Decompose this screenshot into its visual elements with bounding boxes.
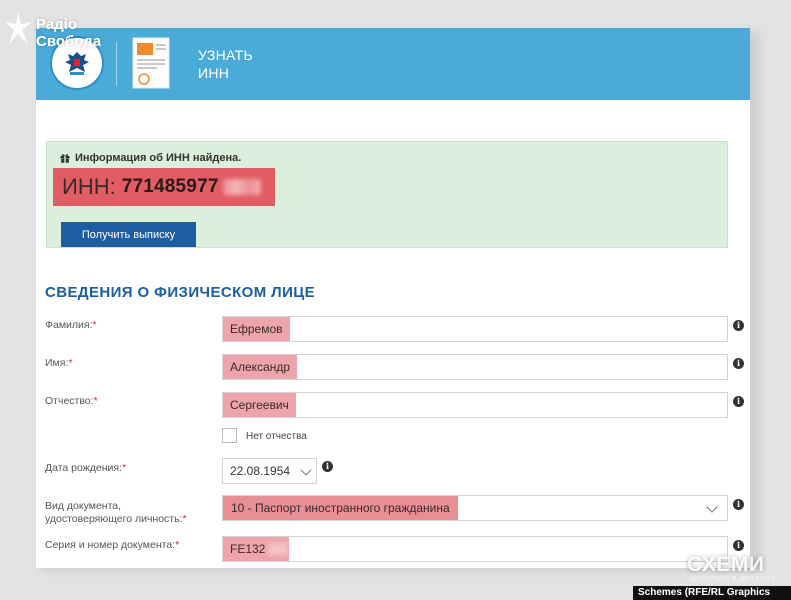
radio-logo-text: Радіо Свобода <box>36 16 102 50</box>
site-header: Узнать ИНН <box>36 28 750 100</box>
inn-document-icon[interactable] <box>132 37 170 89</box>
schemes-tagline: КОРУПЦІЯ В ДЕТАЛЯХ <box>690 576 776 583</box>
birth-date-select[interactable]: 22.08.1954 <box>222 458 317 484</box>
doc-type-label: Вид документа, удостоверяющего личность:… <box>45 500 187 525</box>
header-divider <box>116 42 117 86</box>
info-icon[interactable]: i <box>733 540 744 551</box>
info-icon[interactable]: i <box>733 499 744 510</box>
doc-type-select[interactable]: 10 - Паспорт иностранного гражданина <box>222 495 728 521</box>
radio-svoboda-logo-icon <box>5 12 32 44</box>
no-patronymic-checkbox[interactable] <box>222 428 237 443</box>
patronymic-label: Отчество:* <box>45 395 98 407</box>
inn-value: 771485977 <box>121 176 219 197</box>
alert-heading: Информация об ИНН найдена. <box>60 152 241 164</box>
page-window: Узнать ИНН Информация об ИНН найдена. ИН… <box>36 28 750 568</box>
patronymic-value: Сергеевич <box>223 393 296 417</box>
surname-value: Ефремов <box>223 317 290 341</box>
gift-icon <box>60 154 70 163</box>
info-icon[interactable]: i <box>733 320 744 331</box>
surname-label: Фамилия:* <box>45 319 97 331</box>
radio-svoboda-logo: Радіо Свобода <box>4 10 101 50</box>
name-label: Имя:* <box>45 357 73 369</box>
info-icon[interactable]: i <box>733 396 744 407</box>
credit-caption: Schemes (RFE/RL Graphics <box>633 586 791 600</box>
doc-number-field[interactable]: FE132 <box>222 536 728 562</box>
name-field[interactable]: Александр <box>222 354 728 380</box>
section-title: Сведения о физическом лице <box>45 284 316 301</box>
no-patronymic-label[interactable]: Нет отчества <box>246 431 307 442</box>
inn-redacted <box>222 179 261 195</box>
header-title[interactable]: Узнать ИНН <box>198 46 253 82</box>
doc-number-label: Серия и номер документа:* <box>45 539 180 551</box>
surname-field[interactable]: Ефремов <box>222 316 728 342</box>
inn-label: ИНН: <box>62 174 116 199</box>
birth-date-label: Дата рождения:* <box>45 462 127 474</box>
inn-found-alert: Информация об ИНН найдена. ИНН: 77148597… <box>46 141 728 248</box>
schemes-logo: СХЕМИ <box>687 553 765 576</box>
chevron-down-icon <box>706 501 718 513</box>
doc-number-value: FE132 <box>223 537 289 561</box>
get-extract-button[interactable]: Получить выписку <box>61 222 196 247</box>
chevron-down-icon <box>300 464 312 476</box>
inn-highlight: ИНН: 771485977 <box>53 168 275 206</box>
doc-number-redacted <box>268 543 289 555</box>
info-icon[interactable]: i <box>322 461 333 472</box>
birth-date-value: 22.08.1954 <box>230 464 291 478</box>
name-value: Александр <box>223 355 298 379</box>
info-icon[interactable]: i <box>733 358 744 369</box>
alert-heading-text: Информация об ИНН найдена. <box>75 152 242 164</box>
doc-type-value: 10 - Паспорт иностранного гражданина <box>223 496 458 520</box>
patronymic-field[interactable]: Сергеевич <box>222 392 728 418</box>
